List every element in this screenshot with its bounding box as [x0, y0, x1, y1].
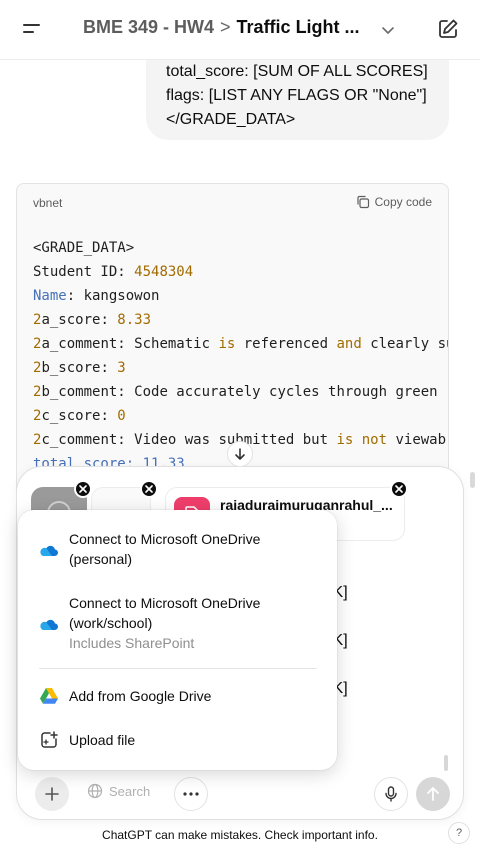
menu-item-onedrive-personal[interactable]: Connect to Microsoft OneDrive (personal) [18, 529, 337, 569]
close-icon[interactable] [74, 480, 92, 498]
chevron-down-icon[interactable] [380, 22, 396, 38]
plus-icon [45, 787, 59, 801]
menu-item-label: Connect to Microsoft OneDrive [69, 595, 261, 611]
arrow-down-icon [235, 448, 245, 460]
menu-divider [39, 668, 317, 669]
code-language: vbnet [33, 196, 63, 210]
page-scrollbar[interactable] [470, 472, 475, 488]
message-line: flags: [LIST ANY FLAGS OR "None"] [166, 87, 427, 104]
code-line: <GRADE_DATA> [33, 240, 135, 256]
menu-item-upload-file[interactable]: Upload file [18, 730, 337, 750]
menu-item-label: Upload file [69, 732, 136, 748]
scroll-to-bottom-button[interactable] [227, 441, 253, 467]
close-icon[interactable] [390, 480, 408, 498]
edit-icon[interactable] [436, 17, 460, 41]
message-line: total_score: [SUM OF ALL SCORES] [166, 63, 428, 80]
copy-icon [357, 195, 369, 209]
voice-input-button[interactable] [374, 777, 408, 811]
menu-item-label: Add from Google Drive [69, 688, 212, 704]
top-bar: BME 349 - HW4 > Traffic Light ... [0, 0, 480, 60]
hamburger-icon[interactable] [18, 18, 46, 42]
breadcrumb-separator: > [220, 17, 231, 37]
code-line: Student ID: 4548304 [33, 264, 194, 280]
ellipsis-icon [183, 792, 199, 796]
add-attachment-button[interactable] [35, 777, 69, 811]
code-line: 2b_comment: Code accurately cycles throu… [33, 384, 438, 400]
menu-item-label: (personal) [69, 551, 133, 567]
google-drive-icon [40, 688, 58, 704]
message-line: </GRADE_DATA> [166, 111, 296, 128]
composer-scrollbar[interactable] [444, 755, 448, 771]
onedrive-icon [40, 619, 59, 631]
upload-file-icon [41, 731, 58, 748]
code-line: 2a_comment: Schematic is referenced and … [33, 336, 449, 352]
help-button[interactable]: ? [448, 822, 470, 844]
breadcrumb: BME 349 - HW4 > Traffic Light ... [83, 17, 360, 38]
code-line: Name: kangsowon [33, 288, 160, 304]
code-content: <GRADE_DATA> Student ID: 4548304 Name: kan… [33, 236, 449, 476]
menu-item-label: (work/school) [69, 615, 153, 631]
send-button[interactable] [416, 777, 450, 811]
menu-item-sublabel: Includes SharePoint [69, 635, 195, 651]
conversation-title[interactable]: Traffic Light ... [237, 17, 360, 38]
disclaimer-text: ChatGPT can make mistakes. Check importa… [102, 828, 378, 842]
menu-item-google-drive[interactable]: Add from Google Drive [18, 686, 337, 706]
close-icon[interactable] [140, 480, 158, 498]
more-tools-button[interactable] [174, 777, 208, 811]
code-line: 2a_score: 8.33 [33, 312, 152, 328]
menu-item-onedrive-work[interactable]: Connect to Microsoft OneDrive (work/scho… [18, 593, 337, 653]
microphone-icon [385, 786, 397, 802]
copy-code-button[interactable]: Copy code [356, 195, 432, 209]
copy-code-label: Copy code [374, 195, 432, 209]
arrow-up-icon [427, 787, 439, 801]
menu-item-label: Connect to Microsoft OneDrive [69, 531, 261, 547]
attachment-source-menu: Connect to Microsoft OneDrive (personal)… [18, 510, 337, 770]
globe-icon [87, 783, 103, 799]
search-label: Search [109, 783, 151, 799]
user-message-bubble: total_score: [SUM OF ALL SCORES] flags: … [146, 48, 449, 140]
code-line: 2b_score: 3 [33, 360, 126, 376]
project-name[interactable]: BME 349 - HW4 [83, 17, 214, 38]
search-button[interactable]: Search [87, 783, 150, 799]
code-block-header: vbnet Copy code [17, 184, 448, 220]
onedrive-icon [40, 545, 59, 557]
code-line: 2c_score: 0 [33, 408, 126, 424]
